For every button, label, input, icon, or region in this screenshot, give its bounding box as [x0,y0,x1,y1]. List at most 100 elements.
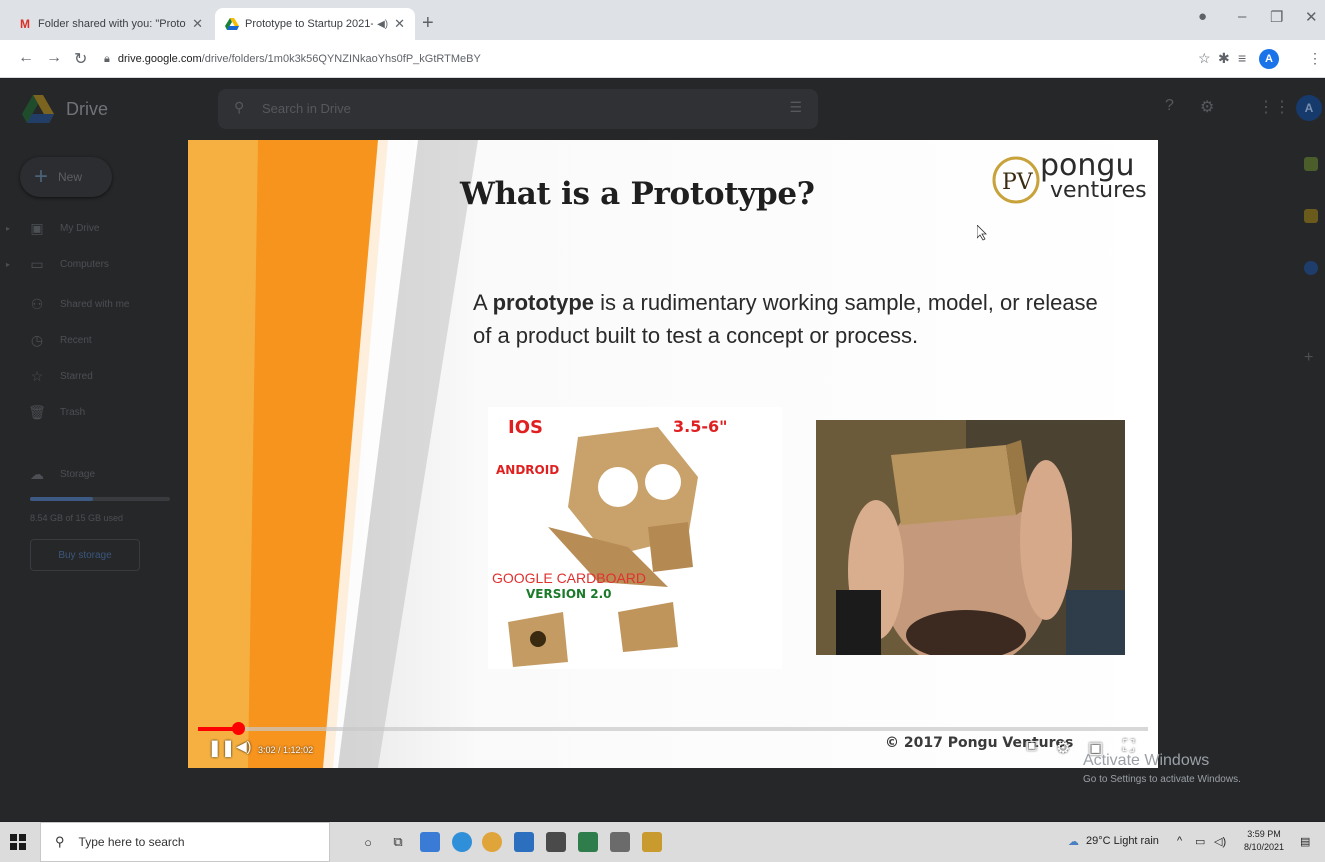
bookmark-star-icon[interactable]: ☆ [1198,50,1211,67]
audio-icon[interactable]: ◀) [377,19,388,30]
profile-avatar[interactable]: A [1259,49,1279,69]
edge-icon[interactable] [452,832,472,852]
volume-icon[interactable]: ◀) [236,738,251,755]
lock-icon: 🔒︎ [104,52,110,65]
sidebar-item-label: Shared with me [60,298,130,310]
video-progress-bar[interactable] [198,722,1148,735]
svg-text:PV: PV [1002,170,1034,195]
task-view-icon[interactable]: ⧉ [388,832,408,852]
windows-start-icon[interactable] [10,834,26,850]
tasks-icon[interactable] [1304,261,1318,275]
tray-chevron-icon[interactable]: ^ [1177,835,1182,847]
buy-storage-button[interactable]: Buy storage [30,539,140,571]
sidebar-item-my-drive[interactable]: ▸ ▣ My Drive [0,213,180,243]
browser-tabstrip: M Folder shared with you: "Prototy ✕ Pro… [0,0,1325,40]
slide-body-text: A prototype is a rudimentary working sam… [473,290,1098,348]
expand-icon[interactable]: ▸ [0,224,16,233]
sidebar-item-storage[interactable]: ☁ Storage [0,459,180,489]
drive-avatar[interactable]: A [1296,95,1322,121]
drive-title: Drive [66,99,109,119]
chrome-icon[interactable] [482,832,502,852]
chrome-menu-icon[interactable]: ● [1198,8,1207,25]
gmail-icon: M [20,17,30,31]
video-player[interactable]: What is a Prototype? PV pongu ventures A… [188,140,1158,768]
reload-icon[interactable]: ↻ [74,49,87,69]
settings-gear-icon[interactable]: ⚙ [1200,97,1214,117]
orange-decoration [188,140,478,768]
back-icon[interactable]: ← [18,49,34,67]
watermark-line2: Go to Settings to activate Windows. [1083,774,1241,785]
settings-icon[interactable]: ⚙ [1056,738,1070,758]
pongu-logo-mark: PV [992,156,1040,204]
store-icon[interactable] [546,832,566,852]
drive-icon [225,17,239,31]
window-close-icon[interactable]: ✕ [1305,8,1318,26]
tab-title: Prototype to Startup 2021-0 [245,18,374,30]
slide-title: What is a Prototype? [460,176,815,212]
sidebar-item-label: Computers [60,258,109,270]
expand-icon[interactable]: ▸ [0,260,16,269]
sidebar-item-starred[interactable]: ☆ Starred [0,361,180,391]
tool-icon[interactable] [610,832,630,852]
drive-logo-icon [22,95,54,123]
tab-drive[interactable]: Prototype to Startup 2021-0 ◀) ✕ [215,8,415,40]
sidebar-item-label: Trash [60,406,86,418]
plus-icon: + [34,163,49,190]
captions-icon[interactable]: ▣ [1026,738,1037,752]
more-menu-icon[interactable]: ⋮ [1308,50,1322,67]
sidebar-item-trash[interactable]: 🗑︎ Trash [0,397,180,427]
drive-search-input[interactable]: ⚲ Search in Drive ☰ [218,89,818,129]
pongu-logo: PV pongu ventures [988,148,1148,218]
player-controls: ❚❚ ◀) 3:02 / 1:12:02 ▣ ⚙ ▣ ⛶ [188,732,1158,768]
computer-icon: ▭ [30,255,44,272]
close-icon[interactable]: ✕ [192,16,203,32]
drive-folder-icon: ▣ [30,219,44,236]
app-icon[interactable] [420,832,440,852]
storage-bar-fill [30,497,93,501]
mouse-cursor-icon [977,225,987,241]
help-icon[interactable]: ? [1165,97,1174,115]
volume-tray-icon[interactable]: ◁) [1214,835,1226,848]
tab-gmail[interactable]: M Folder shared with you: "Prototy ✕ [8,8,213,40]
sidebar-item-computers[interactable]: ▸ ▭ Computers [0,249,180,279]
pause-icon[interactable]: ❚❚ [208,738,235,758]
keep-icon[interactable] [1304,209,1318,223]
add-addon-icon[interactable]: + [1304,349,1318,366]
notifications-icon[interactable]: ▤ [1300,835,1310,848]
excel-icon[interactable] [578,832,598,852]
clock-icon: ◷ [30,331,44,348]
minimize-icon[interactable]: – [1238,8,1246,25]
taskbar-search-input[interactable]: ⚲ Type here to search [40,822,330,862]
extensions-icon[interactable]: ✱ [1218,50,1230,67]
new-button[interactable]: + New [20,157,112,197]
taskbar-search-placeholder: Type here to search [78,835,185,849]
forward-icon[interactable]: → [46,49,62,67]
taskbar-clock[interactable]: 3:59 PM 8/10/2021 [1244,828,1284,854]
apps-grid-icon[interactable]: ⋮⋮ [1258,97,1290,117]
tab-title: Folder shared with you: "Prototy [38,18,187,30]
address-bar[interactable]: 🔒︎ drive.google.com /drive/folders/1m0k3… [104,46,1182,72]
windows-taskbar: ⚲ Type here to search ○ ⧉ ☁ 29°C Light r… [0,822,1325,862]
filter-icon[interactable]: ☰ [789,99,802,116]
media-control-icon[interactable]: ≡ [1238,50,1246,66]
cortana-icon[interactable]: ○ [358,832,378,852]
label-android: ANDROID [496,463,560,477]
weather-text[interactable]: 29°C Light rain [1086,835,1159,847]
maximize-icon[interactable]: ❐ [1270,8,1283,26]
sidebar-item-shared[interactable]: ⚇ Shared with me [0,289,180,319]
cloud-icon: ☁ [30,465,44,482]
mail-icon[interactable] [514,832,534,852]
close-icon[interactable]: ✕ [394,16,405,32]
browser-toolbar: ← → ↻ 🔒︎ drive.google.com /drive/folders… [0,40,1325,78]
bold-term: prototype [492,290,595,315]
search-icon: ⚲ [234,99,245,115]
sidebar-item-label: Recent [60,334,92,346]
video-timecode: 3:02 / 1:12:02 [258,745,314,755]
sidebar-item-recent[interactable]: ◷ Recent [0,325,180,355]
new-tab-button[interactable]: + [422,12,434,35]
file-icon[interactable] [642,832,662,852]
label-google-cardboard: GOOGLE CARDBOARD [492,570,647,586]
weather-icon: ☁ [1068,836,1079,848]
calendar-icon[interactable] [1304,157,1318,171]
network-icon[interactable]: ▭ [1195,835,1205,848]
